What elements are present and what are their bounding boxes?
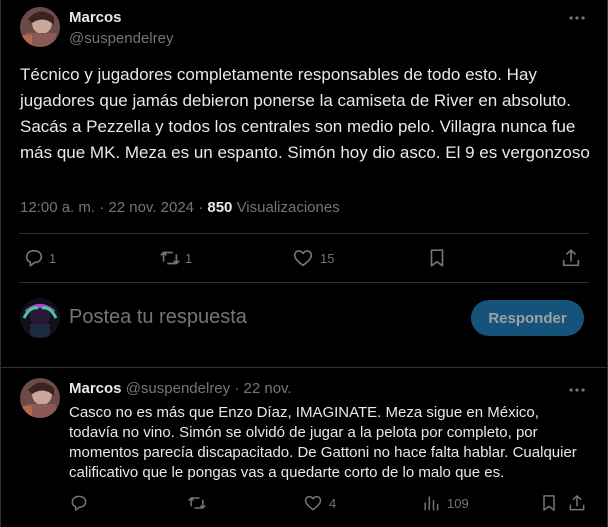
views-label: Visualizaciones [236,199,340,216]
author-handle[interactable]: @suspendelrey [69,30,173,47]
like-icon [303,493,323,513]
avatar[interactable] [20,7,60,47]
retweet-button[interactable]: 1 [159,247,192,269]
tweet-time[interactable]: 12:00 a. m. [20,199,95,216]
divider [19,233,589,234]
views-count: 850 [207,199,233,216]
meta-dot: · [99,199,109,216]
like-button[interactable]: 15 [292,247,334,269]
divider [1,367,607,368]
tweet-date[interactable]: 22 nov. 2024 [108,199,194,216]
reply-avatar[interactable] [20,378,60,418]
retweet-icon [187,493,207,513]
meta-dot: · [234,380,244,397]
share-icon [567,493,587,513]
tweet-meta: 12:00 a. m. · 22 nov. 2024 · 850 Visuali… [20,199,340,216]
tweet-text: Técnico y jugadores completamente respon… [20,65,590,162]
reply-views-count: 109 [447,495,469,511]
more-icon[interactable] [567,380,587,400]
reply-button[interactable]: 1 [23,247,56,269]
reply-author-name[interactable]: Marcos [69,380,122,397]
reply-retweet-button[interactable] [187,493,211,513]
tweet-detail-view: Marcos @suspendelrey Técnico y jugadores… [0,0,608,527]
reply-like-count: 4 [329,495,337,511]
divider [19,282,589,283]
composer-avatar[interactable] [20,298,60,338]
share-button[interactable] [560,247,582,269]
reply-submit-button[interactable]: Responder [471,300,584,336]
meta-dot: · [198,199,208,216]
bookmark-button[interactable] [426,247,448,269]
reply-icon [23,247,45,269]
more-icon[interactable] [567,8,587,28]
retweet-count: 1 [185,250,193,266]
reply-share-button[interactable] [567,493,587,513]
retweet-icon [159,247,181,269]
bookmark-icon [426,247,448,269]
reply-input[interactable]: Postea tu respuesta [69,306,247,329]
views-icon [421,493,441,513]
reply-date[interactable]: 22 nov. [244,380,292,397]
reply-header: Marcos @suspendelrey · 22 nov. [69,380,292,397]
reply-text: Casco no es más que Enzo Díaz, IMAGINATE… [69,404,577,481]
author-name[interactable]: Marcos [69,9,122,26]
reply-reply-button[interactable] [69,493,93,513]
like-icon [292,247,314,269]
reply-like-button[interactable]: 4 [303,493,336,513]
reply-icon [69,493,89,513]
reply-author-handle[interactable]: @suspendelrey [126,380,230,397]
reply-count: 1 [49,250,57,266]
reply-bookmark-button[interactable] [539,493,559,513]
like-count: 15 [320,250,335,266]
bookmark-icon [539,493,559,513]
share-icon [560,247,582,269]
reply-views-button[interactable]: 109 [421,493,469,513]
